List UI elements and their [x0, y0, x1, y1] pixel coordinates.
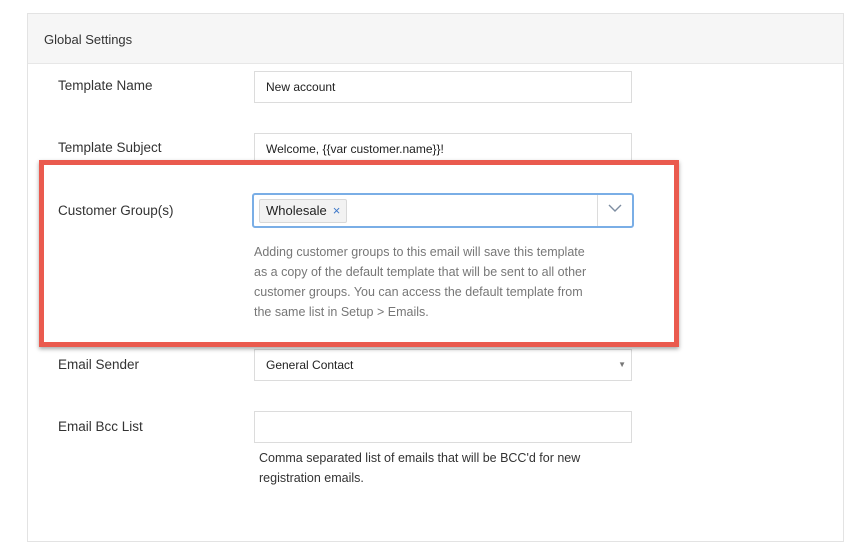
customer-groups-label: Customer Group(s) — [58, 203, 174, 218]
customer-groups-help: Adding customer groups to this email wil… — [254, 242, 654, 322]
template-name-label: Template Name — [58, 78, 153, 93]
email-bcc-input[interactable] — [254, 411, 632, 443]
chevron-down-icon[interactable] — [608, 203, 622, 213]
caret-down-icon: ▼ — [618, 360, 626, 369]
customer-groups-multiselect[interactable]: Wholesale × — [252, 193, 634, 228]
email-sender-value: General Contact — [266, 358, 354, 372]
help-line: registration emails. — [259, 471, 364, 485]
help-line: customer groups. You can access the defa… — [254, 285, 583, 299]
close-icon[interactable]: × — [333, 200, 341, 222]
template-name-input[interactable]: New account — [254, 71, 632, 103]
help-line: the same list in Setup > Emails. — [254, 305, 429, 319]
help-line: Adding customer groups to this email wil… — [254, 245, 585, 259]
template-subject-input[interactable]: Welcome, {{var customer.name}}! — [254, 133, 632, 165]
template-subject-label: Template Subject — [58, 140, 162, 155]
help-line: as a copy of the default template that w… — [254, 265, 587, 279]
panel-title: Global Settings — [44, 32, 133, 47]
email-sender-label: Email Sender — [58, 357, 140, 372]
email-bcc-help: Comma separated list of emails that will… — [259, 448, 659, 488]
help-line: Comma separated list of emails that will… — [259, 451, 581, 465]
tag-label: Wholesale — [266, 203, 327, 218]
panel-header: Global Settings — [28, 14, 843, 64]
email-sender-select[interactable]: General Contact ▼ — [254, 349, 632, 381]
email-bcc-label: Email Bcc List — [58, 419, 143, 434]
dropdown-divider — [597, 195, 598, 226]
selected-tag-wholesale: Wholesale × — [259, 199, 348, 223]
